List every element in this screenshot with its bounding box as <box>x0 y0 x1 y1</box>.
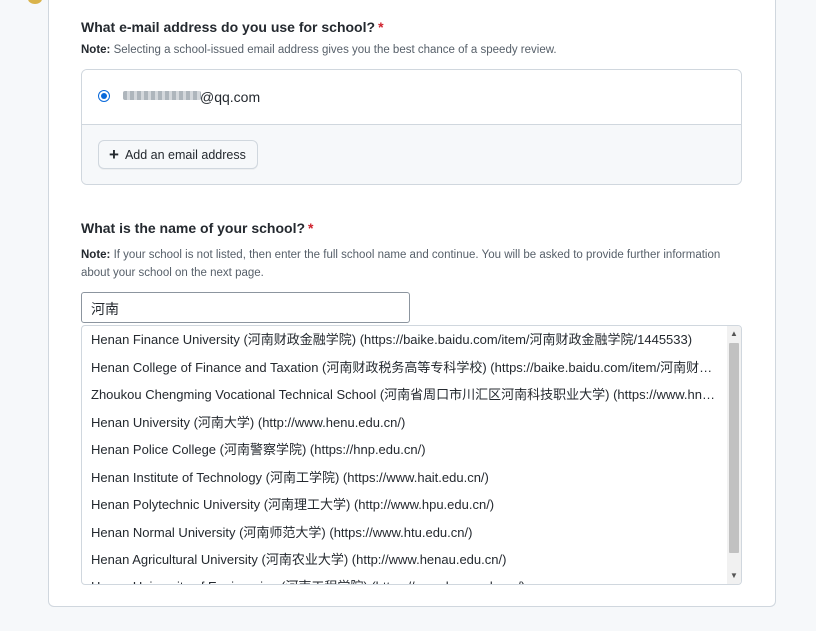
school-option[interactable]: Henan University (河南大学) (http://www.henu… <box>91 413 719 433</box>
email-radio-selected[interactable] <box>98 90 110 102</box>
school-option[interactable]: Henan Agricultural University (河南农业大学) (… <box>91 550 719 570</box>
email-options-box: @qq.com + Add an email address <box>81 69 742 185</box>
school-question-title: What is the name of your school? * <box>81 220 313 236</box>
school-option[interactable]: Henan College of Finance and Taxation (河… <box>91 358 719 378</box>
scroll-down-arrow-icon[interactable]: ▼ <box>727 569 741 583</box>
add-email-label: Add an email address <box>124 147 246 162</box>
school-question-text: What is the name of your school? <box>81 220 306 236</box>
add-email-button[interactable]: + Add an email address <box>98 140 258 169</box>
note-text: Selecting a school-issued email address … <box>110 44 557 56</box>
email-option-row[interactable]: @qq.com <box>82 70 741 125</box>
school-search-input[interactable]: 河南 <box>81 292 410 323</box>
email-address: @qq.com <box>200 89 261 105</box>
scroll-up-arrow-icon[interactable]: ▲ <box>727 327 741 341</box>
email-actions: + Add an email address <box>82 125 741 184</box>
school-suggestions-list: Henan Finance University (河南财政金融学院) (htt… <box>81 325 742 585</box>
required-mark: * <box>378 19 384 35</box>
decorative-dot <box>28 0 42 4</box>
required-mark: * <box>308 220 314 236</box>
school-note: Note: If your school is not listed, then… <box>81 246 721 282</box>
school-option[interactable]: Henan University of Engineering (河南工程学院)… <box>91 577 719 584</box>
email-question-text: What e-mail address do you use for schoo… <box>81 19 376 35</box>
plus-icon: + <box>109 145 119 164</box>
school-option[interactable]: Henan Normal University (河南师范大学) (https:… <box>91 523 719 543</box>
school-option[interactable]: Henan Polytechnic University (河南理工大学) (h… <box>91 495 719 515</box>
note-text: If your school is not listed, then enter… <box>81 249 721 279</box>
dropdown-scrollbar[interactable]: ▲ ▼ <box>727 326 741 584</box>
scrollbar-thumb[interactable] <box>729 343 739 553</box>
note-label: Note: <box>81 249 111 261</box>
school-option[interactable]: Henan Police College (河南警察学院) (https://h… <box>91 440 719 460</box>
school-option[interactable]: Henan Finance University (河南财政金融学院) (htt… <box>91 330 719 350</box>
school-option[interactable]: Henan Institute of Technology (河南工学院) (h… <box>91 468 719 488</box>
redacted-email-prefix <box>123 91 201 100</box>
email-question-title: What e-mail address do you use for schoo… <box>81 19 384 35</box>
email-note: Note: Selecting a school-issued email ad… <box>81 41 721 59</box>
school-option[interactable]: Zhoukou Chengming Vocational Technical S… <box>91 385 719 405</box>
note-label: Note: <box>81 44 111 56</box>
